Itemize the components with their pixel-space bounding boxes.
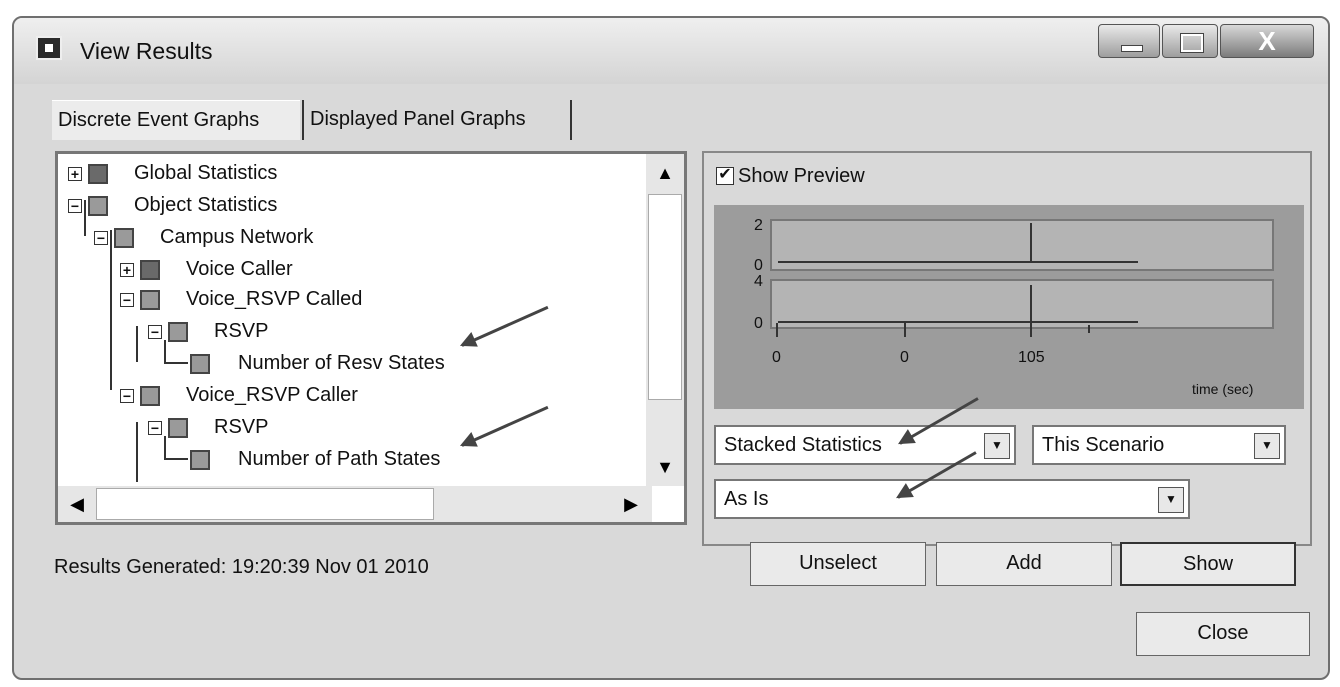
collapse-icon[interactable]: −: [148, 421, 162, 435]
x-tick-label: 105: [1018, 349, 1045, 366]
close-icon: X: [1258, 26, 1276, 56]
collapse-icon[interactable]: −: [148, 325, 162, 339]
results-generated-status: Results Generated: 19:20:39 Nov 01 2010: [54, 556, 429, 578]
expand-icon[interactable]: +: [120, 263, 134, 277]
tab-displayed-panel-graphs[interactable]: Displayed Panel Graphs: [302, 100, 572, 140]
tree-item-label: Campus Network: [160, 226, 314, 248]
scroll-right-icon[interactable]: ▶: [614, 487, 648, 521]
check-icon: ✔: [718, 166, 732, 183]
tab-discrete-event-graphs[interactable]: Discrete Event Graphs: [52, 100, 300, 140]
statistic-folder-icon: [168, 322, 188, 342]
statistic-icon: [190, 450, 210, 470]
tree-line: [84, 200, 86, 236]
y-tick-label: 2: [754, 217, 763, 234]
tree-item-label: Number of Path States: [238, 448, 441, 470]
tree-line: [164, 458, 188, 460]
preview-panel: ✔ Show Preview 2 0 4 0 0 0 105 time (sec…: [702, 151, 1312, 546]
show-button[interactable]: Show: [1120, 542, 1296, 586]
x-tick-label: 0: [900, 349, 909, 366]
tree-line: [136, 326, 138, 362]
time-marker: [1030, 223, 1032, 263]
tree-item-label: Voice Caller: [186, 258, 293, 280]
close-window-button[interactable]: X: [1220, 24, 1314, 58]
window-title: View Results: [80, 38, 213, 64]
tree-item-label: Number of Resv States: [238, 352, 445, 374]
dropdown-arrow-icon[interactable]: ▼: [1158, 487, 1184, 513]
preview-panel-top: [770, 219, 1274, 271]
y-tick-label: 4: [754, 273, 763, 290]
tree-line: [110, 230, 112, 390]
tree-horizontal-scrollbar[interactable]: ◀ ▶: [58, 486, 652, 522]
add-button[interactable]: Add: [936, 542, 1112, 586]
tree-line: [164, 340, 166, 364]
scenario-dropdown[interactable]: This Scenario ▼: [1032, 425, 1286, 465]
vertical-scroll-thumb[interactable]: [648, 194, 682, 400]
y-tick-label: 0: [754, 315, 763, 332]
title-bar: View Results X: [14, 18, 1328, 84]
scroll-up-icon[interactable]: ▲: [648, 156, 682, 190]
dropdown-arrow-icon[interactable]: ▼: [1254, 433, 1280, 459]
x-tick-mark: [1030, 323, 1032, 337]
tree-item-label: Voice_RSVP Called: [186, 288, 363, 310]
statistic-folder-icon: [88, 196, 108, 216]
series-line: [778, 261, 1138, 263]
x-tick-mark: [776, 323, 778, 337]
filter-dropdown[interactable]: As Is ▼: [714, 479, 1190, 519]
statistic-folder-icon: [140, 386, 160, 406]
preview-chart: 2 0 4 0 0 0 105 time (sec): [714, 205, 1304, 409]
x-tick-mark: [1088, 325, 1090, 333]
tree-item-label: RSVP: [214, 320, 269, 342]
horizontal-scroll-thumb[interactable]: [96, 488, 434, 520]
view-results-window: View Results X Discrete Event Graphs Dis…: [12, 16, 1330, 680]
time-marker: [1030, 285, 1032, 323]
tree-line: [164, 362, 188, 364]
statistic-folder-icon: [114, 228, 134, 248]
collapse-icon[interactable]: −: [94, 231, 108, 245]
tree-item-label: Voice_RSVP Caller: [186, 384, 358, 406]
scenario-value: This Scenario: [1042, 434, 1165, 456]
tree-item-label: Global Statistics: [134, 162, 278, 184]
collapse-icon[interactable]: −: [120, 389, 134, 403]
close-button[interactable]: Close: [1136, 612, 1310, 656]
collapse-icon[interactable]: −: [68, 199, 82, 213]
statistic-icon: [190, 354, 210, 374]
expand-icon[interactable]: +: [68, 167, 82, 181]
x-tick-label: 0: [772, 349, 781, 366]
minimize-button[interactable]: [1098, 24, 1160, 58]
x-axis-label: time (sec): [1192, 381, 1254, 397]
show-preview-checkbox[interactable]: ✔: [716, 167, 734, 185]
unselect-button[interactable]: Unselect: [750, 542, 926, 586]
statistic-folder-icon: [140, 290, 160, 310]
statistic-folder-icon: [168, 418, 188, 438]
collapse-icon[interactable]: −: [120, 293, 134, 307]
scroll-left-icon[interactable]: ◀: [60, 487, 94, 521]
scroll-down-icon[interactable]: ▼: [648, 450, 682, 484]
show-preview-label: Show Preview: [738, 165, 865, 187]
app-icon: [36, 36, 62, 60]
tree-line: [164, 436, 166, 460]
stack-mode-value: Stacked Statistics: [724, 434, 882, 456]
preview-panel-bottom: [770, 279, 1274, 329]
statistic-folder-icon: [88, 164, 108, 184]
dropdown-arrow-icon[interactable]: ▼: [984, 433, 1010, 459]
tree-line: [136, 422, 138, 482]
statistic-folder-icon: [140, 260, 160, 280]
filter-value: As Is: [724, 488, 769, 510]
stack-mode-dropdown[interactable]: Stacked Statistics ▼: [714, 425, 1016, 465]
statistics-tree[interactable]: + Global Statistics − Object Statistics …: [55, 151, 687, 525]
x-tick-mark: [904, 323, 906, 337]
tree-item-label: Object Statistics: [134, 194, 278, 216]
series-line: [778, 321, 1138, 323]
tree-item-label: RSVP: [214, 416, 269, 438]
tree-vertical-scrollbar[interactable]: ▲ ▼: [646, 154, 684, 486]
maximize-button[interactable]: [1162, 24, 1218, 58]
